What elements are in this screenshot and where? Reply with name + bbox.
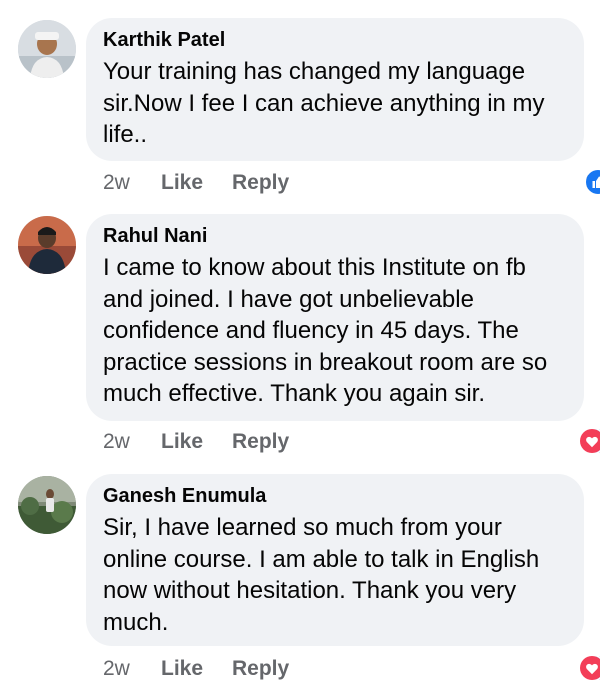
comment-text: I came to know about this Institute on f… [103, 254, 548, 407]
reply-button[interactable]: Reply [232, 654, 289, 684]
avatar[interactable] [18, 216, 76, 274]
comment-actions: 2w Like Reply 5 [103, 427, 600, 457]
comment-time[interactable]: 2w [103, 654, 130, 684]
avatar[interactable] [18, 476, 76, 534]
comment-author[interactable]: Karthik Patel [103, 28, 566, 52]
love-icon [578, 427, 600, 455]
avatar[interactable] [18, 20, 76, 78]
comment-actions: 2w Like Reply 4 [103, 654, 600, 684]
comment-actions: 2w Like Reply 3 [103, 168, 600, 198]
like-button[interactable]: Like [161, 168, 203, 198]
like-button[interactable]: Like [161, 427, 203, 457]
reply-button[interactable]: Reply [232, 168, 289, 198]
reply-button[interactable]: Reply [232, 427, 289, 457]
comment-text: Sir, I have learned so much from your on… [103, 514, 540, 636]
avatar-photo [18, 216, 76, 274]
comment-text: Your training has changed my language si… [103, 58, 545, 148]
comment-bubble: Ganesh Enumula Sir, I have learned so mu… [86, 474, 584, 646]
love-icon [578, 654, 600, 682]
avatar-photo [18, 476, 76, 534]
like-icon [584, 168, 600, 196]
comment-time[interactable]: 2w [103, 427, 130, 457]
comment-author[interactable]: Rahul Nani [103, 224, 566, 248]
comment-time[interactable]: 2w [103, 168, 130, 198]
comment-bubble: Karthik Patel Your training has changed … [86, 18, 584, 161]
like-button[interactable]: Like [161, 654, 203, 684]
comment-bubble: Rahul Nani I came to know about this Ins… [86, 214, 584, 421]
avatar-photo [18, 20, 76, 78]
comment-author[interactable]: Ganesh Enumula [103, 484, 566, 508]
